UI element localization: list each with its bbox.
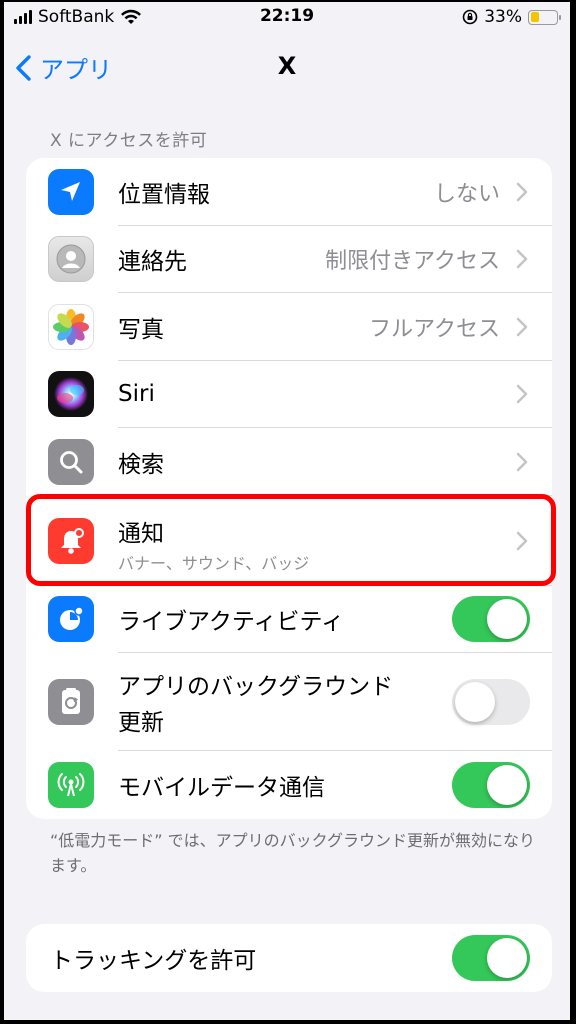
contacts-icon: [48, 236, 94, 283]
row-value: フルアクセス: [369, 316, 500, 342]
tracking-toggle[interactable]: [452, 934, 530, 981]
row-label: ライブアクティビティ: [118, 609, 345, 636]
toggle-knob: [487, 764, 527, 805]
chevron-right-icon: [516, 385, 528, 404]
row-live-activities: ライブアクティビティ: [26, 586, 552, 653]
siri-icon: [48, 371, 94, 418]
row-label: 検索: [118, 451, 164, 478]
battery-icon: [528, 9, 561, 25]
chevron-right-icon: [516, 182, 528, 201]
permissions-group: 位置情報 しない 連絡先 制限付きアクセス 写真 フルアクセス Siri 検索 …: [26, 158, 552, 819]
toggle-knob: [487, 599, 527, 640]
chevron-right-icon: [516, 531, 528, 550]
live-activity-icon: [48, 596, 94, 643]
row-contacts[interactable]: 連絡先 制限付きアクセス: [26, 226, 552, 293]
row-notifications[interactable]: 通知 バナー、サウンド、バッジ: [26, 496, 552, 586]
status-bar: SoftBank 22:19 33%: [4, 2, 570, 32]
row-label-line1: アプリのバックグラウンド: [118, 674, 394, 700]
row-cellular-data: モバイルデータ通信: [26, 751, 552, 819]
cellular-antenna-icon: [48, 761, 94, 808]
cellular-data-toggle[interactable]: [452, 761, 530, 808]
row-label: Siri: [118, 381, 155, 408]
battery-percent: 33%: [484, 7, 522, 27]
chevron-right-icon: [516, 317, 528, 336]
navigation-bar: アプリ X: [4, 42, 570, 92]
row-siri[interactable]: Siri: [26, 361, 552, 428]
row-label: 通知: [118, 520, 164, 547]
background-refresh-icon: [48, 679, 94, 725]
row-label: 位置情報: [118, 181, 210, 208]
row-label: 写真: [118, 316, 164, 343]
row-location[interactable]: 位置情報 しない: [26, 158, 552, 226]
rotation-lock-icon: [462, 9, 478, 25]
toggle-knob: [487, 937, 527, 978]
search-icon: [48, 438, 94, 485]
toggle-knob: [455, 682, 495, 722]
battery-fill: [530, 12, 539, 22]
section-header: X にアクセスを許可: [50, 131, 208, 151]
row-value: 制限付きアクセス: [325, 249, 500, 275]
row-background-refresh: アプリのバックグラウンド 更新: [26, 653, 552, 751]
low-power-note: “低電力モード” では、アプリのバックグラウンド更新が無効になります。: [50, 831, 536, 875]
page-title: X: [277, 52, 297, 80]
row-value: しない: [433, 181, 500, 207]
row-label: トラッキングを許可: [50, 947, 257, 974]
chevron-right-icon: [516, 250, 528, 269]
tracking-group: トラッキングを許可: [26, 924, 552, 992]
row-photos[interactable]: 写真 フルアクセス: [26, 293, 552, 361]
row-sublabel: バナー、サウンド、バッジ: [118, 553, 310, 573]
photos-icon: [48, 303, 94, 350]
notification-bell-icon: [48, 517, 94, 564]
chevron-right-icon: [516, 452, 528, 471]
row-label: 連絡先: [118, 249, 187, 276]
row-label-line2: 更新: [118, 710, 164, 736]
row-tracking: トラッキングを許可: [26, 924, 552, 992]
location-arrow-icon: [48, 168, 94, 215]
row-search[interactable]: 検索: [26, 428, 552, 496]
live-activities-toggle[interactable]: [452, 596, 530, 643]
row-label: モバイルデータ通信: [118, 774, 325, 801]
settings-screen: SoftBank 22:19 33% アプリ X X にアクセスを許可 位置情報…: [4, 2, 570, 1020]
background-refresh-toggle[interactable]: [452, 679, 530, 725]
